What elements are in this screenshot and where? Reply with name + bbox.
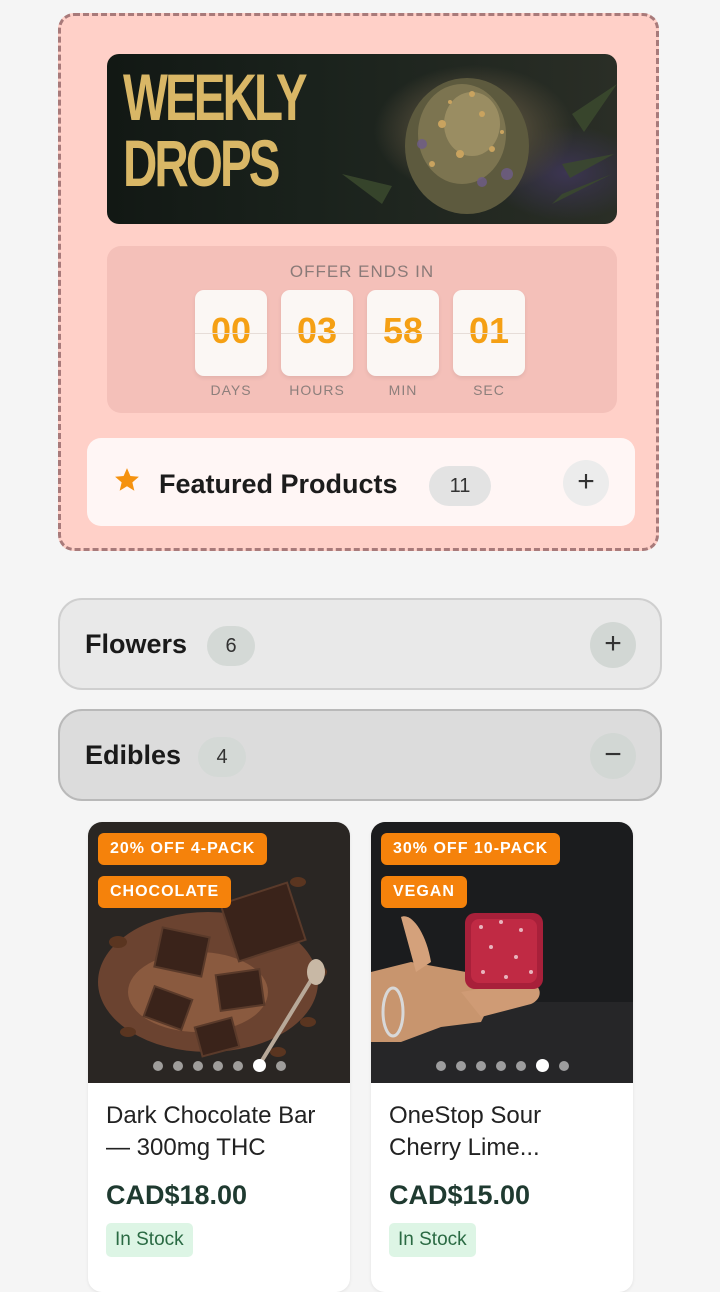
minutes-value: 58 (382, 310, 424, 351)
carousel-dot[interactable] (275, 1061, 286, 1071)
weekly-drops-card: WEEKLY DROPS OFFER ENDS IN 00 DAYS 03 HO… (58, 13, 659, 551)
cannabis-bud-image (342, 78, 617, 214)
carousel-dot[interactable] (192, 1061, 203, 1071)
carousel-dot[interactable] (152, 1061, 163, 1071)
discount-badge: 30% OFF 10-PACK (381, 833, 561, 865)
stock-badge: In Stock (389, 1223, 476, 1257)
product-price: CAD$15.00 (389, 1180, 531, 1210)
category-count: 4 (198, 737, 246, 777)
hours-box: 03 (281, 290, 353, 376)
category-badge: VEGAN (381, 876, 467, 908)
category-title: Edibles (85, 740, 182, 770)
carousel-dot[interactable] (558, 1061, 569, 1071)
stock-badge: In Stock (106, 1223, 193, 1257)
carousel-dot[interactable] (475, 1061, 486, 1071)
days-value: 00 (210, 310, 252, 351)
discount-badge: 20% OFF 4-PACK (98, 833, 268, 865)
category-edibles[interactable]: Edibles 4 − (58, 709, 662, 801)
star-icon (115, 468, 139, 491)
image-carousel-dots[interactable] (371, 1058, 633, 1076)
offer-ends-label: OFFER ENDS IN (289, 262, 435, 281)
category-title: Flowers (85, 629, 188, 659)
carousel-dot-active[interactable] (535, 1059, 549, 1072)
product-card[interactable]: 30% OFF 10-PACK VEGAN OneStop Sour Cherr… (371, 822, 633, 1292)
hours-value: 03 (296, 310, 338, 351)
carousel-dot[interactable] (495, 1061, 506, 1071)
days-box: 00 (195, 290, 267, 376)
minutes-box: 58 (367, 290, 439, 376)
hours-label: HOURS (289, 382, 345, 398)
countdown-timer: OFFER ENDS IN 00 DAYS 03 HOURS 58 MIN 01… (107, 246, 617, 413)
carousel-dot[interactable] (212, 1061, 223, 1071)
expand-featured-button[interactable]: + (563, 460, 609, 506)
image-carousel-dots[interactable] (88, 1058, 350, 1076)
featured-products-count: 11 (429, 466, 491, 506)
category-count: 6 (207, 626, 255, 666)
product-name[interactable]: Dark Chocolate Bar — 300mg THC (106, 1100, 336, 1164)
collapse-edibles-button[interactable]: − (590, 733, 636, 779)
seconds-label: SEC (473, 382, 505, 398)
product-price: CAD$18.00 (106, 1180, 248, 1210)
carousel-dot[interactable] (455, 1061, 466, 1071)
product-name[interactable]: OneStop Sour Cherry Lime... (389, 1100, 619, 1164)
carousel-dot[interactable] (172, 1061, 183, 1071)
product-card[interactable]: 20% OFF 4-PACK CHOCOLATE Dark Chocolate … (88, 822, 350, 1292)
minutes-label: MIN (388, 382, 418, 398)
category-flowers[interactable]: Flowers 6 + (58, 598, 662, 690)
carousel-dot-active[interactable] (252, 1059, 266, 1072)
expand-flowers-button[interactable]: + (590, 622, 636, 668)
weekly-drops-banner[interactable]: WEEKLY DROPS (107, 54, 617, 224)
carousel-dot[interactable] (435, 1061, 446, 1071)
featured-products-title: Featured Products (159, 469, 398, 499)
category-badge: CHOCOLATE (98, 876, 232, 908)
seconds-value: 01 (468, 310, 510, 351)
days-label: DAYS (210, 382, 252, 398)
carousel-dot[interactable] (515, 1061, 526, 1071)
banner-title: WEEKLY DROPS (123, 60, 308, 200)
featured-products-section-header[interactable]: Featured Products 11 + (87, 438, 635, 526)
carousel-dot[interactable] (232, 1061, 243, 1071)
seconds-box: 01 (453, 290, 525, 376)
